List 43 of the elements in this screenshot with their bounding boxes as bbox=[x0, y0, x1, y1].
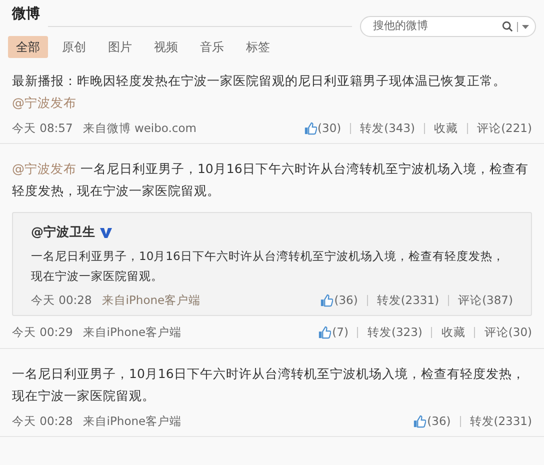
post-source: 来自iPhone客户端 bbox=[102, 292, 201, 309]
action-link[interactable]: 转发(2331) bbox=[470, 412, 532, 430]
filter-tab[interactable]: 图片 bbox=[100, 36, 140, 58]
search-input[interactable]: 搜他的微博 bbox=[373, 18, 502, 35]
post-time: 今天 00:28 bbox=[31, 292, 92, 309]
author-link[interactable]: @宁波卫生 bbox=[31, 223, 96, 242]
action-link[interactable]: 评论(387) bbox=[458, 292, 513, 310]
action-link[interactable]: 转发(343) bbox=[360, 120, 416, 138]
filter-tab[interactable]: 音乐 bbox=[192, 36, 232, 58]
filter-tab[interactable]: 标签 bbox=[238, 36, 278, 58]
post-source: 来自微博 weibo.com bbox=[82, 120, 196, 137]
like-count[interactable]: (36) bbox=[427, 412, 451, 430]
like-icon[interactable] bbox=[304, 122, 317, 136]
search-icon[interactable] bbox=[502, 21, 513, 32]
like-icon[interactable] bbox=[318, 326, 332, 340]
post-text: @宁波发布 一名尼日利亚男子，10月16日下午六时许从台湾转机至宁波机场入境，检查有轻度发热，现在宁波一家医院留观。 bbox=[12, 160, 530, 200]
post-time: 今天 00:29 bbox=[12, 324, 73, 342]
post-source: 来自iPhone客户端 bbox=[82, 324, 182, 342]
page-title: 微博 bbox=[12, 5, 40, 24]
filter-tab[interactable]: 全部 bbox=[8, 36, 48, 58]
like-icon[interactable] bbox=[413, 414, 426, 428]
post-time: 今天 00:28 bbox=[12, 412, 73, 430]
action-link[interactable]: 转发(323) bbox=[367, 324, 422, 342]
post-time: 今天 08:57 bbox=[12, 120, 73, 137]
mention-link[interactable]: @宁波发布 bbox=[12, 95, 76, 110]
mention-link[interactable]: @宁波发布 bbox=[12, 161, 76, 176]
caret-icon[interactable] bbox=[522, 24, 529, 28]
action-link[interactable]: 评论(30) bbox=[484, 324, 532, 342]
post-source: 来自iPhone客户端 bbox=[82, 412, 182, 430]
action-link[interactable]: 收藏 bbox=[441, 324, 466, 342]
like-count[interactable]: (7) bbox=[332, 324, 348, 342]
like-icon[interactable] bbox=[320, 294, 334, 308]
action-link[interactable]: 评论(221) bbox=[477, 120, 532, 138]
like-count[interactable]: (30) bbox=[318, 120, 342, 138]
action-link[interactable]: 收藏 bbox=[434, 120, 458, 138]
post-text: 一名尼日利亚男子，10月16日下午六时许从台湾转机至宁波机场入境，检查有轻度发热，现在宁波一家医院留观。 bbox=[12, 364, 526, 404]
repost-text: 一名尼日利亚男子，10月16日下午六时许从台湾转机至宁波机场入境，检查有轻度发热，现在宁波一家医院留观。 bbox=[31, 248, 506, 285]
post-text: 最新播报：昨晚因轻度发热在宁波一家医院留观的尼日利亚籍男子现体温已恢复正常。 @宁波发布 bbox=[12, 72, 507, 112]
like-count[interactable]: (36) bbox=[334, 292, 358, 310]
filter-tab[interactable]: 视频 bbox=[146, 36, 186, 58]
search-box[interactable]: 搜他的微博 bbox=[360, 16, 536, 37]
filter-tab[interactable]: 原创 bbox=[54, 36, 94, 58]
action-link[interactable]: 转发(2331) bbox=[376, 292, 440, 310]
